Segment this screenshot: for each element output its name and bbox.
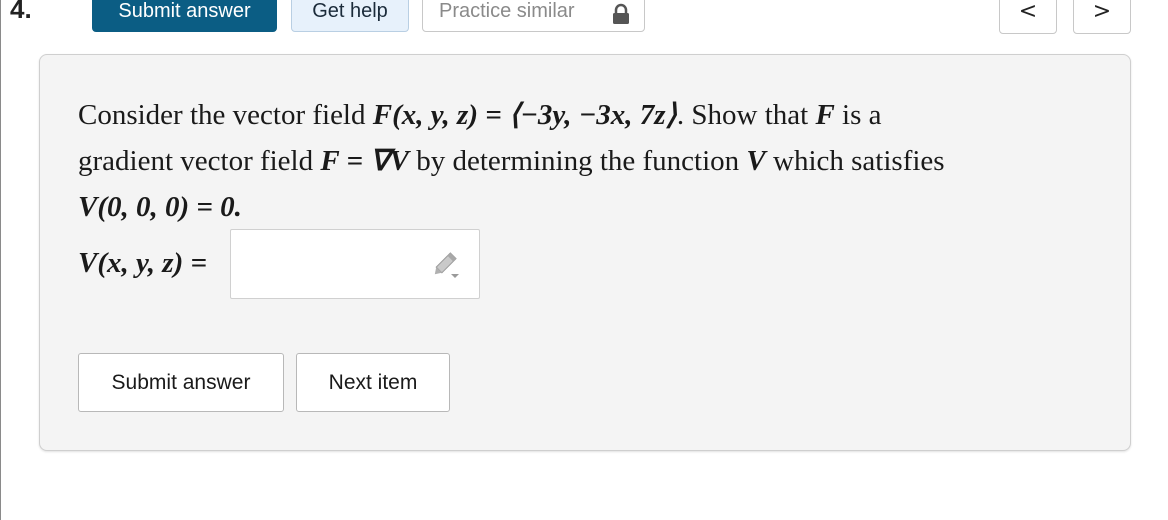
initial-condition: V(0, 0, 0) = 0. [78,191,242,223]
problem-text: which satisfies [765,145,945,177]
answer-input[interactable] [230,229,480,299]
pencil-icon[interactable] [427,250,461,280]
problem-text: is a [834,99,882,131]
answer-label: V(x, y, z) = [78,234,207,292]
page-left-border [0,0,1,520]
chevron-left-icon: < [1018,0,1038,24]
submit-answer-button[interactable]: Submit answer [78,353,284,412]
practice-similar-label: Practice similar [439,0,575,22]
symbol-v: V [746,145,766,177]
symbol-f: F [815,99,835,131]
chevron-right-icon: > [1092,0,1112,24]
answer-label-text: V(x, y, z) = [78,247,208,279]
get-help-button[interactable]: Get help [291,0,409,32]
next-question-button[interactable]: > [1073,0,1131,34]
gradient-expression: F = ∇V [320,145,409,177]
practice-similar-button[interactable]: Practice similar [422,0,645,32]
submit-answer-top-button[interactable]: Submit answer [92,0,277,32]
problem-text: . Show that [676,99,816,131]
question-number: 4. [10,0,32,24]
problem-text: gradient vector field [78,145,321,177]
lock-icon [613,3,629,24]
problem-text: Consider the vector field [78,99,373,131]
problem-text: by determining the function [408,145,747,177]
vector-field-expression: F(x, y, z) = ⟨−3y, −3x, 7z⟩ [372,99,677,131]
problem-statement: Consider the vector field F(x, y, z) = ⟨… [78,92,1088,230]
next-item-button[interactable]: Next item [296,353,450,412]
previous-question-button[interactable]: < [999,0,1057,34]
